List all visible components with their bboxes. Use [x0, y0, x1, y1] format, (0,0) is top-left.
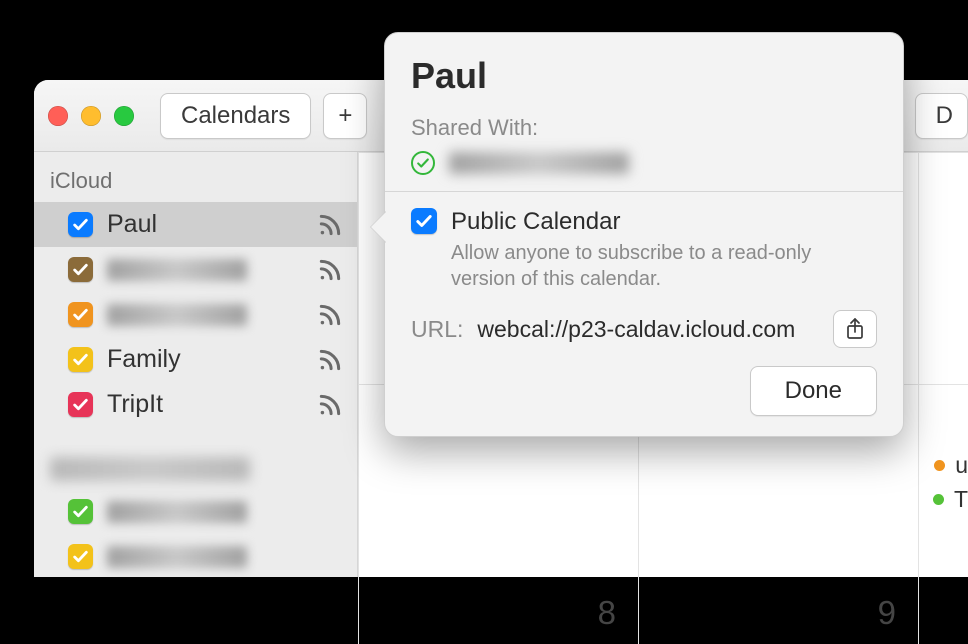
- shared-indicator-icon[interactable]: [317, 302, 343, 328]
- sidebar-calendar-item[interactable]: Paul: [34, 202, 357, 247]
- calendar-name: [107, 259, 247, 281]
- event-color-dot: [934, 460, 945, 471]
- shared-indicator-icon[interactable]: [317, 347, 343, 373]
- calendar-name-blurred: [107, 501, 247, 523]
- url-value[interactable]: webcal://p23-caldav.icloud.com: [477, 316, 825, 343]
- right-toolbar-button[interactable]: D: [915, 93, 968, 139]
- calendar-list-sidebar: iCloud Paul Family TripIt: [34, 152, 358, 577]
- calendar-color-checkbox[interactable]: [68, 499, 93, 524]
- shared-indicator-icon[interactable]: [317, 257, 343, 283]
- calendar-name: [107, 304, 247, 326]
- sidebar-section-icloud: iCloud: [34, 162, 357, 202]
- calendar-color-checkbox[interactable]: [68, 212, 93, 237]
- event-label: u: [955, 452, 968, 479]
- share-url-button[interactable]: [833, 310, 877, 348]
- done-button[interactable]: Done: [750, 366, 877, 416]
- event-color-dot: [933, 494, 944, 505]
- url-label: URL:: [411, 316, 463, 343]
- shared-indicator-icon[interactable]: [317, 392, 343, 418]
- calendar-color-checkbox[interactable]: [68, 544, 93, 569]
- sidebar-calendar-item[interactable]: [34, 292, 357, 337]
- calendar-name: TripIt: [107, 390, 163, 419]
- sidebar-section-blurred: [50, 457, 250, 481]
- sidebar-calendar-item[interactable]: [34, 534, 357, 579]
- shared-person-row[interactable]: [411, 151, 877, 175]
- public-calendar-label: Public Calendar: [451, 208, 877, 236]
- calendar-name-blurred: [107, 546, 247, 568]
- public-calendar-description: Allow anyone to subscribe to a read-only…: [451, 240, 877, 292]
- share-popover: Paul Shared With: Public Calendar Allow …: [384, 32, 904, 437]
- share-icon: [845, 318, 865, 340]
- checkmark-circle-icon: [411, 151, 435, 175]
- minimize-window-button[interactable]: [81, 106, 101, 126]
- popover-title: Paul: [411, 55, 877, 97]
- event-label: T: [954, 486, 968, 513]
- close-window-button[interactable]: [48, 106, 68, 126]
- calendar-color-checkbox[interactable]: [68, 302, 93, 327]
- sidebar-calendar-item[interactable]: [34, 247, 357, 292]
- divider: [385, 191, 903, 192]
- event-item[interactable]: T: [933, 486, 968, 513]
- sidebar-calendar-item[interactable]: Family: [34, 337, 357, 382]
- calendars-toggle-button[interactable]: Calendars: [160, 93, 311, 139]
- shared-indicator-icon[interactable]: [317, 212, 343, 238]
- shared-person-name-blurred: [449, 152, 629, 174]
- calendar-name: Paul: [107, 210, 157, 239]
- event-item[interactable]: u: [934, 452, 968, 479]
- sidebar-calendar-item[interactable]: TripIt: [34, 382, 357, 427]
- zoom-window-button[interactable]: [114, 106, 134, 126]
- calendar-name: Family: [107, 345, 181, 374]
- calendar-color-checkbox[interactable]: [68, 347, 93, 372]
- public-calendar-checkbox[interactable]: [411, 208, 437, 234]
- sidebar-calendar-item[interactable]: [34, 489, 357, 534]
- calendar-color-checkbox[interactable]: [68, 257, 93, 282]
- calendar-color-checkbox[interactable]: [68, 392, 93, 417]
- window-controls: [48, 106, 134, 126]
- add-button[interactable]: +: [323, 93, 367, 139]
- shared-with-label: Shared With:: [411, 115, 877, 141]
